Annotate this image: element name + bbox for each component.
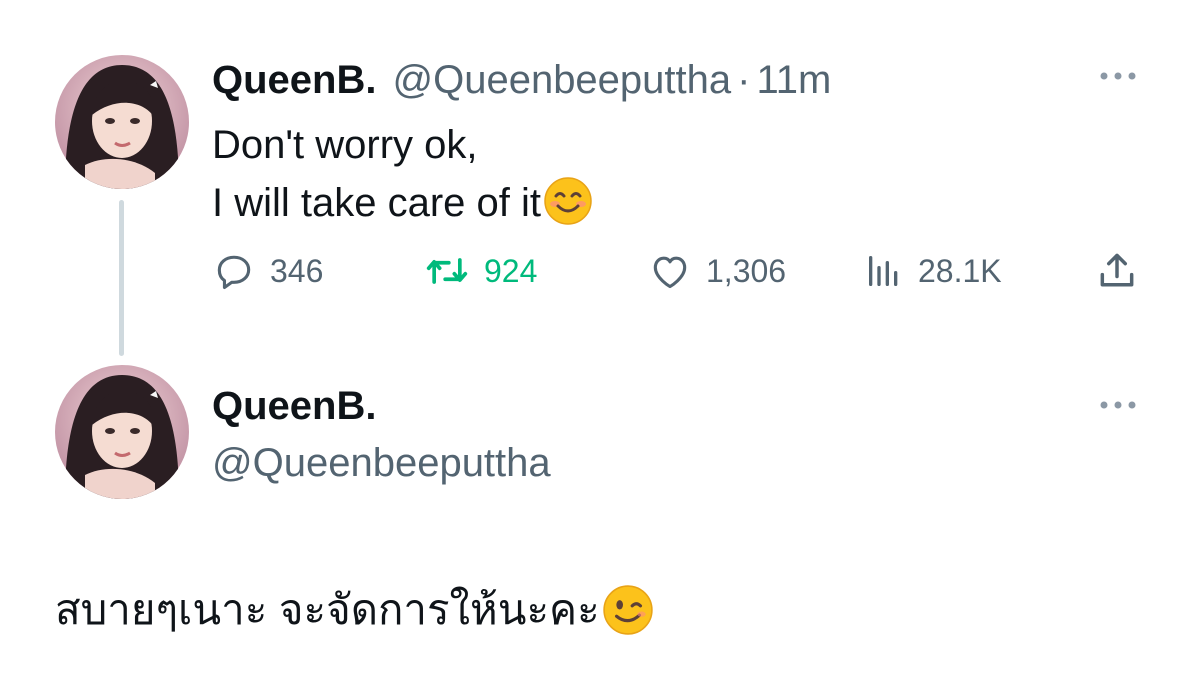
tweet-text: Don't worry ok, I will take care of it	[212, 116, 593, 232]
display-name[interactable]: QueenB.	[212, 58, 376, 103]
views-button[interactable]: 28.1K	[864, 245, 1002, 297]
reply-icon	[217, 255, 251, 290]
reply-button[interactable]: 346	[212, 245, 323, 297]
tweet-header: QueenB. @Queenbeeputtha · 11m	[212, 52, 831, 108]
views-chart-icon	[869, 256, 898, 286]
reply-count: 346	[270, 252, 324, 289]
more-options-icon[interactable]	[1096, 395, 1140, 415]
more-options-icon[interactable]	[1096, 66, 1140, 86]
avatar[interactable]	[55, 55, 189, 189]
user-handle[interactable]: @Queenbeeputtha	[212, 437, 551, 489]
separator-dot: ·	[737, 57, 751, 102]
retweet-button[interactable]: 924	[424, 245, 537, 297]
retweet-count: 924	[484, 252, 538, 289]
thread-connector-line	[119, 200, 124, 356]
like-count: 1,306	[706, 252, 787, 289]
avatar[interactable]	[55, 365, 189, 499]
tweet-text-line: Don't worry ok,	[212, 123, 478, 167]
tweet-thread: QueenB. @Queenbeeputtha · 11m Don't worr…	[0, 0, 1200, 700]
tweet-text: สบายๆเนาะ จะจัดการให้นะคะ	[55, 578, 654, 642]
winking-face-icon	[602, 585, 653, 635]
display-name[interactable]: QueenB.	[212, 380, 376, 432]
tweet-text-line-with-emoji: I will take care of it	[212, 174, 593, 232]
tweet-timestamp[interactable]: 11m	[756, 58, 831, 103]
heart-icon	[653, 256, 687, 289]
smiling-face-icon	[544, 177, 592, 225]
tweet-actions-bar: 346 924 1,306 28.1K	[212, 245, 1142, 297]
share-button[interactable]	[1095, 245, 1139, 297]
tweet-text-line: I will take care of it	[212, 181, 542, 225]
user-handle[interactable]: @Queenbeeputtha	[392, 58, 731, 103]
like-button[interactable]: 1,306	[648, 245, 786, 297]
share-icon	[1100, 253, 1134, 287]
view-count: 28.1K	[918, 252, 1002, 289]
tweet-text-content: สบายๆเนาะ จะจัดการให้นะคะ	[55, 586, 600, 633]
retweet-icon	[426, 258, 468, 284]
